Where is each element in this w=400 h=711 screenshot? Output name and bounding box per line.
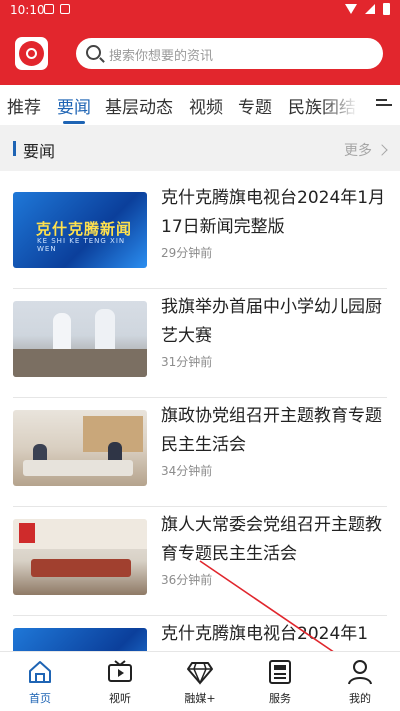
- news-thumbnail: [13, 410, 147, 486]
- bottom-nav: 首页 视听 融媒+ 服务 我的: [0, 651, 400, 711]
- section-title: 要闻: [23, 142, 56, 161]
- diamond-icon: [187, 662, 213, 685]
- news-time: 36分钟前: [161, 573, 213, 587]
- nav-profile[interactable]: 我的: [328, 658, 392, 706]
- wifi-icon: [345, 4, 357, 14]
- more-label: 更多: [344, 143, 372, 159]
- nav-label: 首页: [29, 692, 51, 705]
- news-item[interactable]: 我旗举办首届中小学幼儿园厨艺大赛 31分钟前: [13, 290, 387, 398]
- news-thumbnail: 克什克腾新闻 KE SHI KE TENG XIN WEN: [13, 192, 147, 268]
- nav-services[interactable]: 服务: [248, 658, 312, 706]
- news-item[interactable]: 旗政协党组召开主题教育专题民主生活会 34分钟前: [13, 399, 387, 507]
- nav-label: 我的: [349, 692, 371, 705]
- news-item[interactable]: 克什克腾新闻 KE SHI KE TENG XIN WEN 克什克腾旗电视台20…: [13, 181, 387, 289]
- app-logo[interactable]: [15, 37, 48, 70]
- nav-label: 融媒+: [184, 692, 216, 705]
- tab-headlines[interactable]: 要闻: [57, 93, 91, 118]
- app-notification-icon: [60, 4, 70, 14]
- news-title: 克什克腾旗电视台2024年1: [161, 624, 369, 644]
- news-title: 我旗举办首届中小学幼儿园厨艺大赛: [161, 297, 382, 346]
- nav-label: 服务: [269, 692, 291, 705]
- news-time: 31分钟前: [161, 355, 213, 369]
- nav-home[interactable]: 首页: [8, 658, 72, 706]
- thumbnail-caption: 克什克腾新闻: [36, 220, 133, 238]
- tab-video[interactable]: 视频: [189, 93, 223, 118]
- status-time: 10:10: [10, 3, 45, 17]
- news-time: 34分钟前: [161, 464, 213, 478]
- search-placeholder: 搜索你想要的资讯: [109, 49, 214, 64]
- notification-icon: [44, 4, 54, 14]
- news-item[interactable]: 旗人大常委会党组召开主题教育专题民主生活会 36分钟前: [13, 508, 387, 616]
- search-bar[interactable]: 搜索你想要的资讯: [76, 38, 383, 69]
- chevron-right-icon: [376, 144, 388, 156]
- nav-audiovisual[interactable]: 视听: [88, 658, 152, 706]
- active-tab-indicator: [63, 121, 85, 124]
- section-marker: [13, 141, 16, 156]
- home-icon: [29, 661, 51, 683]
- news-time: 29分钟前: [161, 246, 213, 260]
- battery-icon: [383, 3, 390, 15]
- signal-icon: [365, 4, 375, 14]
- tab-fade: [322, 85, 358, 125]
- status-bar: 10:10: [0, 0, 400, 20]
- status-notification-icons: [44, 4, 70, 14]
- tab-recommend[interactable]: 推荐: [7, 93, 41, 118]
- search-icon: [86, 45, 101, 60]
- news-thumbnail: [13, 301, 147, 377]
- news-title: 克什克腾旗电视台2024年1月17日新闻完整版: [161, 188, 386, 237]
- status-system-icons: [345, 3, 390, 15]
- news-title: 旗人大常委会党组召开主题教育专题民主生活会: [161, 515, 382, 564]
- newspaper-icon: [269, 660, 291, 684]
- tab-topics[interactable]: 专题: [238, 93, 272, 118]
- news-thumbnail: [13, 519, 147, 595]
- more-link[interactable]: 更多: [344, 140, 388, 160]
- category-tabs: 推荐 要闻 基层动态 视频 专题 民族团结: [0, 85, 400, 125]
- nav-media-plus[interactable]: 融媒+: [168, 658, 232, 706]
- app-header: 搜索你想要的资讯: [0, 20, 400, 85]
- logo-icon: [19, 41, 44, 66]
- nav-label: 视听: [109, 692, 131, 705]
- tab-grassroots[interactable]: 基层动态: [105, 93, 173, 118]
- user-icon: [348, 660, 372, 685]
- thumbnail-subcaption: KE SHI KE TENG XIN WEN: [37, 237, 126, 253]
- news-title: 旗政协党组召开主题教育专题民主生活会: [161, 406, 382, 455]
- menu-icon[interactable]: [376, 99, 392, 111]
- section-header: 要闻 更多: [0, 125, 400, 171]
- tv-icon: [108, 660, 132, 682]
